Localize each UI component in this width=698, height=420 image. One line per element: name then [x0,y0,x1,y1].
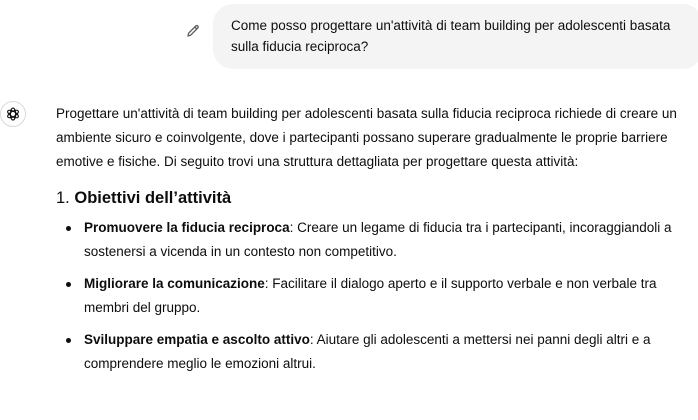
user-message-bubble: Come posso progettare un'attività di tea… [213,4,698,69]
section-heading: 1. Obiettivi dell’attività [56,186,696,210]
list-item: Migliorare la comunicazione: Facilitare … [56,272,696,320]
section-title: Obiettivi dell’attività [74,189,232,207]
reply-intro-paragraph: Progettare un'attività di team building … [56,106,677,169]
list-item: Promuovere la fiducia reciproca: Creare … [56,216,696,264]
objectives-list: Promuovere la fiducia reciproca: Creare … [56,216,696,376]
assistant-logo-icon [7,107,19,121]
assistant-reply: Progettare un'attività di team building … [56,102,696,384]
assistant-avatar [0,101,26,127]
bullet-label: Sviluppare empatia e ascolto attivo [84,332,310,347]
list-item: Sviluppare empatia e ascolto attivo: Aiu… [56,328,696,376]
bullet-label: Migliorare la comunicazione [84,276,265,291]
user-message-text: Come posso progettare un'attività di tea… [231,18,671,54]
section-number: 1. [56,189,70,207]
edit-message-icon[interactable] [184,22,202,40]
bullet-label: Promuovere la fiducia reciproca [84,220,290,235]
chat-page: Come posso progettare un'attività di tea… [0,0,698,420]
